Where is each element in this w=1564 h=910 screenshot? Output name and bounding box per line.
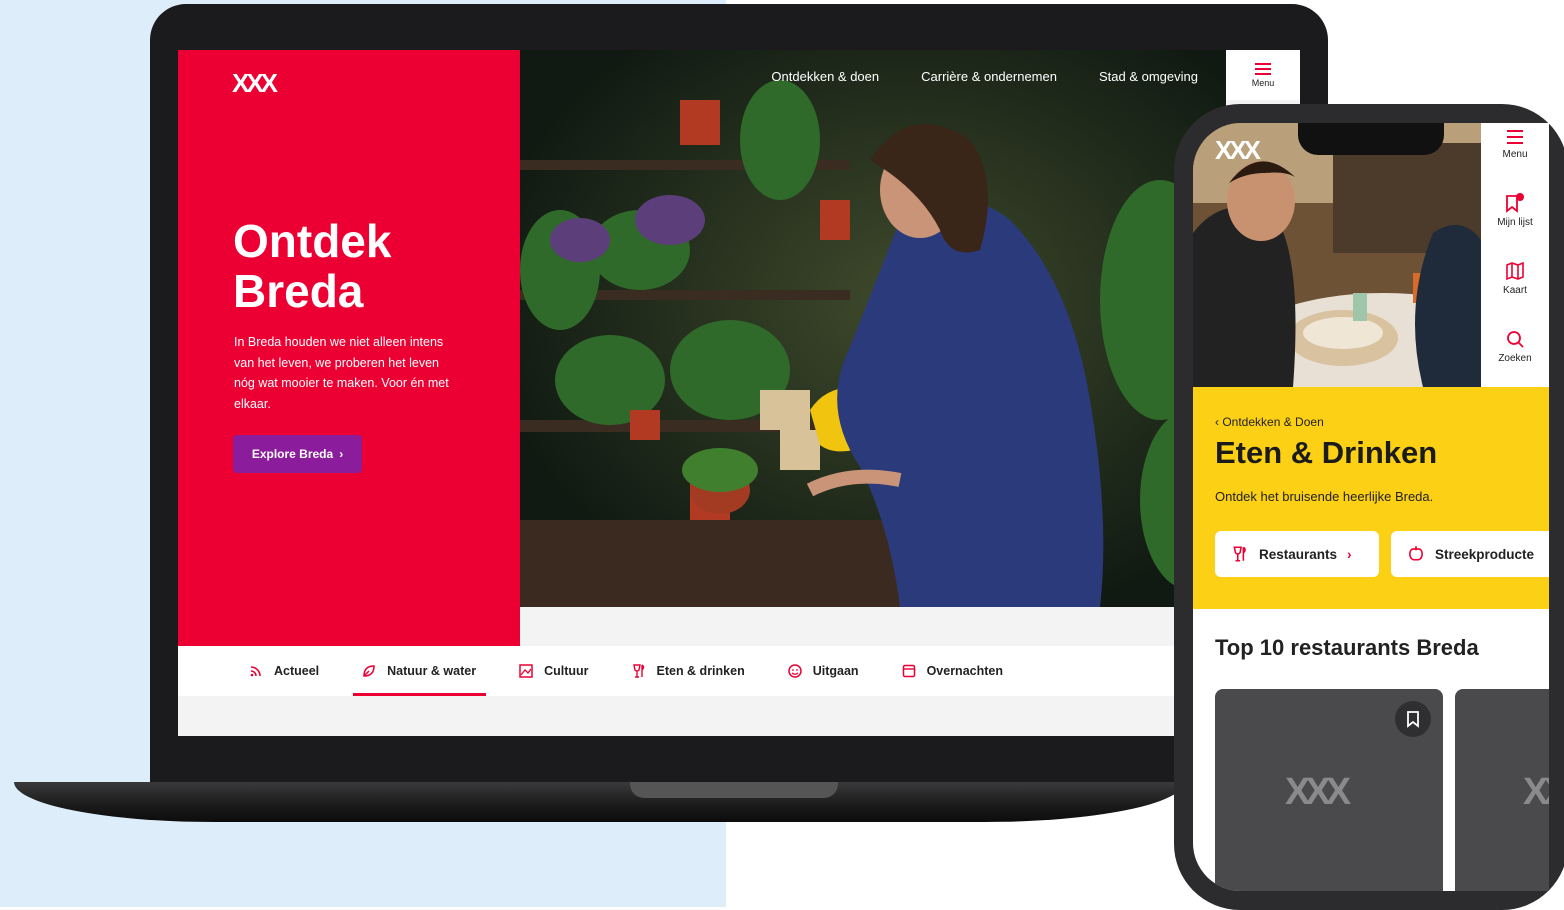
restaurant-card[interactable]: XXX — [1455, 689, 1549, 891]
explore-button[interactable]: Explore Breda › — [233, 435, 362, 473]
page-title: Eten & Drinken — [1215, 435, 1438, 470]
side-menu-label: Kaart — [1503, 285, 1527, 296]
picture-icon — [519, 664, 533, 678]
nav-stad[interactable]: Stad & omgeving — [1099, 69, 1198, 84]
breadcrumb-label: Ontdekken & Doen — [1222, 415, 1324, 429]
mobile-logo[interactable]: XXX — [1215, 135, 1261, 166]
leaf-icon — [363, 665, 375, 677]
category-overnachten[interactable]: Overnachten — [901, 646, 1003, 696]
category-natuur-water[interactable]: Natuur & water — [353, 646, 486, 696]
hero-text: In Breda houden we niet alleen intens va… — [234, 335, 449, 411]
kaart-button[interactable]: Kaart — [1481, 261, 1549, 296]
rss-icon — [250, 666, 261, 677]
nav-carriere[interactable]: Carrière & ondernemen — [921, 69, 1057, 84]
hamburger-icon — [1507, 130, 1523, 144]
bookmark-icon — [1506, 193, 1524, 213]
phone-notch — [1298, 123, 1444, 155]
page-subtitle: Ontdek het bruisende heerlijke Breda. — [1215, 489, 1434, 504]
restaurant-card[interactable]: XXX — [1215, 689, 1443, 891]
chip-label: Restaurants — [1259, 546, 1338, 562]
restaurant-photo: XXX — [1193, 123, 1483, 387]
chip-restaurants[interactable]: Restaurants › — [1215, 531, 1379, 577]
breadcrumb[interactable]: ‹ Ontdekken & Doen — [1215, 415, 1324, 429]
smiley-icon — [787, 664, 802, 678]
menu-label: Menu — [1251, 77, 1275, 88]
mobile-website: XXX Menu Mijn lijst Kaart Zoeken ‹ Ontde… — [1193, 123, 1549, 891]
side-menu-label: Zoeken — [1498, 353, 1532, 364]
map-icon — [1506, 261, 1524, 281]
category-label: Cultuur — [544, 664, 589, 678]
mijn-lijst-button[interactable]: Mijn lijst — [1481, 193, 1549, 228]
apple-icon — [1409, 546, 1423, 561]
site-logo[interactable]: XXX — [232, 68, 278, 99]
chevron-right-icon: › — [1347, 546, 1352, 562]
calendar-icon — [902, 664, 915, 678]
side-menu-label: Mijn lijst — [1497, 217, 1533, 228]
laptop-base — [14, 782, 1184, 822]
placeholder-logo: XXX — [1285, 771, 1351, 813]
zoeken-button[interactable]: Zoeken — [1481, 329, 1549, 364]
hero-panel: XXX Ontdek Breda In Breda houden we niet… — [178, 50, 520, 646]
category-label: Uitgaan — [812, 664, 859, 678]
category-label: Eten & drinken — [656, 664, 745, 678]
glass-icon — [1233, 546, 1246, 562]
glass-icon — [632, 664, 644, 678]
category-bar: Actueel Natuur & water Cultuur Eten & dr… — [178, 646, 1300, 696]
side-menu-button[interactable]: Menu — [1481, 129, 1549, 160]
laptop-notch — [630, 782, 838, 798]
desktop-website: XXX Ontdek Breda In Breda houden we niet… — [178, 50, 1300, 736]
bookmark-button[interactable] — [1395, 701, 1431, 737]
category-label: Natuur & water — [387, 664, 477, 678]
top-nav: Ontdekken & doen Carrière & ondernemen S… — [520, 50, 1226, 102]
section-title: Top 10 restaurants Breda — [1215, 635, 1479, 660]
chevron-right-icon: › — [339, 447, 344, 461]
category-cultuur[interactable]: Cultuur — [518, 646, 589, 696]
category-label: Overnachten — [926, 664, 1003, 678]
hero-title: Ontdek Breda — [233, 215, 392, 317]
menu-button[interactable]: Menu — [1226, 50, 1300, 100]
search-icon — [1507, 331, 1524, 348]
category-actueel[interactable]: Actueel — [248, 646, 319, 696]
side-menu-label: Menu — [1502, 149, 1528, 160]
category-label: Actueel — [274, 664, 320, 678]
category-eten-drinken[interactable]: Eten & drinken — [631, 646, 745, 696]
explore-button-label: Explore Breda — [251, 447, 334, 461]
chip-streekproducten[interactable]: Streekproducte — [1391, 531, 1549, 577]
bookmark-icon — [1407, 711, 1419, 728]
category-uitgaan[interactable]: Uitgaan — [787, 646, 859, 696]
hero-photo — [520, 50, 1226, 607]
chip-label: Streekproducte — [1435, 546, 1535, 562]
placeholder-logo: XXX — [1523, 771, 1549, 813]
nav-ontdekken[interactable]: Ontdekken & doen — [771, 69, 879, 84]
mobile-side-menu: Menu Mijn lijst Kaart Zoeken — [1481, 123, 1549, 387]
hamburger-icon — [1255, 62, 1271, 75]
